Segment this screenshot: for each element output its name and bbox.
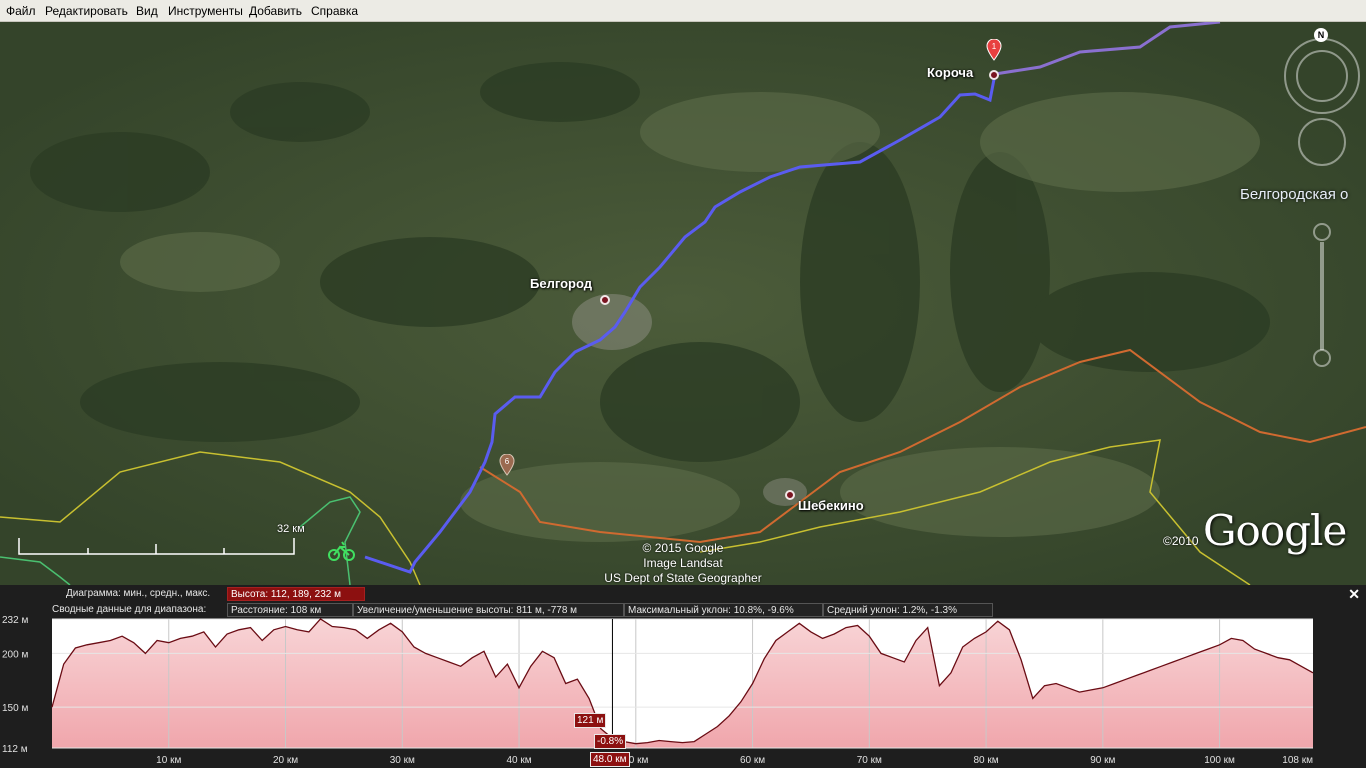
menu-tools[interactable]: Инструменты [168,4,243,18]
scale-bar [18,538,295,555]
place-label-korocha: Короча [927,65,974,80]
placemark-icon[interactable] [600,295,610,305]
satellite-imagery [0,22,1366,585]
place-label-belgorod: Белгород [530,276,592,291]
y-tick-label: 112 м [2,744,28,755]
x-tick-label: 108 км [1282,755,1313,766]
placemark-icon[interactable]: 6 [499,454,515,476]
placemark-icon[interactable] [989,70,999,80]
region-label: Белгородская о [1240,186,1349,203]
x-tick-label: 20 км [273,755,298,766]
place-label-shebekino: Шебекино [798,498,864,513]
scale-label: 32 км [277,523,305,535]
google-logo: Google [1203,506,1347,555]
y-tick-label: 150 м [2,703,28,714]
cursor-elevation-tooltip: 121 м [574,713,607,728]
menu-bar: Файл Редактировать Вид Инструменты Добав… [0,0,1366,22]
map-view[interactable]: Короча 1 Белгород Шебекино 6 Белгородска… [0,22,1366,585]
compass-north[interactable]: N [1314,28,1328,42]
look-joystick-icon[interactable] [1298,118,1346,166]
menu-view[interactable]: Вид [136,4,158,18]
attribution: © 2015 Google Image Landsat US Dept of S… [598,541,768,585]
cursor-slope-tooltip: -0.8% [594,734,627,749]
placemark-icon[interactable]: 1 [986,39,1002,61]
attribution-line: US Dept of State Geographer [604,571,762,585]
placemark-icon[interactable] [785,490,795,500]
x-tick-label: 60 км [740,755,765,766]
y-tick-label: 232 м [2,615,28,626]
marker-a-label: 1 [992,42,997,51]
x-tick-label: 70 км [857,755,882,766]
x-tick-label: 10 км [156,755,181,766]
look-ring[interactable] [1296,50,1348,102]
x-tick-label: 80 км [973,755,998,766]
menu-edit[interactable]: Редактировать [45,4,128,18]
menu-file[interactable]: Файл [6,4,36,18]
y-tick-label: 200 м [2,649,28,660]
attribution-line: Image Landsat [643,556,723,570]
zoom-slider-icon[interactable] [1310,220,1334,370]
x-tick-label: 40 км [506,755,531,766]
cursor-distance-tooltip: 48.0 км [590,752,630,767]
menu-help[interactable]: Справка [311,4,358,18]
x-tick-label: 90 км [1090,755,1115,766]
attribution-line: © 2015 Google [642,541,724,555]
menu-add[interactable]: Добавить [249,4,302,18]
elevation-profile-panel: Диаграмма: мин., средн., макс. Высота: 1… [0,585,1366,768]
cyclist-icon[interactable] [328,538,356,562]
x-tick-label: 100 км [1204,755,1235,766]
elevation-chart[interactable]: 10 км 20 км 30 км 40 км 50 км 60 км 70 км 80 км… [0,585,1366,768]
copyright-year: ©2010 [1163,534,1199,548]
marker-b-label: 6 [505,457,510,466]
x-tick-label: 30 км [390,755,415,766]
